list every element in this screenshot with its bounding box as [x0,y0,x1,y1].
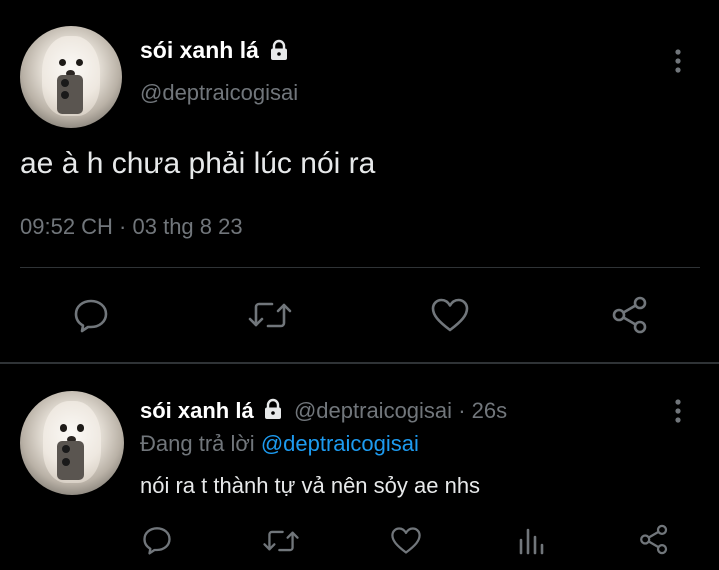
reply-header: sói xanh lá @deptraicogisai · 26s [140,398,507,424]
reply-icon[interactable] [142,525,172,555]
tweet-text: ae à h chưa phải lúc nói ra [20,147,376,180]
lock-icon [268,39,290,61]
lock-icon [262,398,284,420]
time-ago[interactable]: 26s [472,398,507,423]
separator: · [458,398,466,423]
handle[interactable]: @deptraicogisai [140,80,298,106]
replying-to: Đang trả lời @deptraicogisai [140,431,419,457]
analytics-icon[interactable] [516,526,546,556]
handle[interactable]: @deptraicogisai [294,398,452,423]
retweet-icon[interactable] [262,526,300,556]
like-icon[interactable] [430,297,470,333]
display-name[interactable]: sói xanh lá [140,398,254,423]
more-options-icon[interactable] [670,48,686,74]
timestamp[interactable]: 09:52 CH · 03 thg 8 23 [20,214,243,240]
share-icon[interactable] [638,524,670,555]
avatar[interactable] [20,26,122,128]
display-name[interactable]: sói xanh lá [140,37,259,64]
tweet-text: nói ra t thành tự vả nên sỏy ae nhs [140,473,481,498]
replying-to-link[interactable]: @deptraicogisai [261,431,419,456]
share-icon[interactable] [610,296,650,334]
reply-icon[interactable] [73,297,109,333]
retweet-icon[interactable] [247,297,293,333]
more-options-icon[interactable] [670,398,686,424]
section-divider [0,362,719,364]
replying-prefix: Đang trả lời [140,431,255,456]
like-icon[interactable] [390,526,422,555]
divider [20,267,700,268]
avatar[interactable] [20,391,124,495]
